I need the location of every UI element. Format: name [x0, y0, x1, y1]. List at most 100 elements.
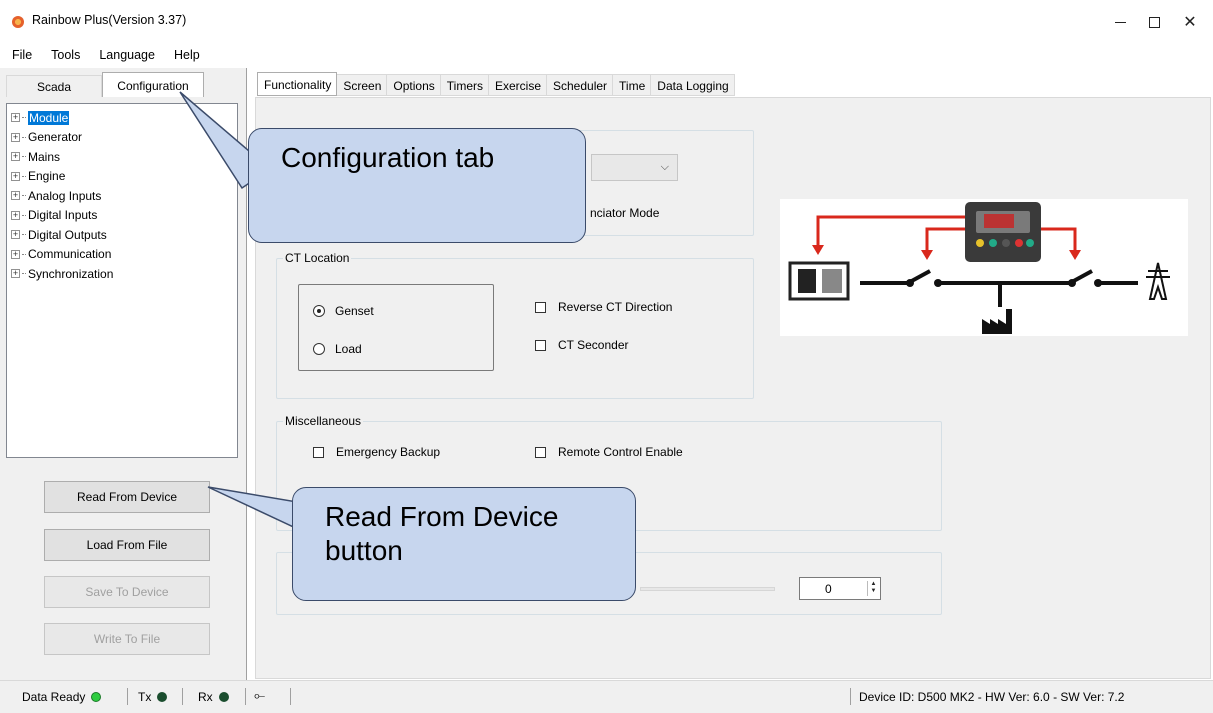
checkbox-label: CT Seconder [558, 338, 629, 352]
menu-language[interactable]: Language [87, 44, 162, 68]
group-title: CT Location [283, 251, 352, 265]
read-from-device-callout: Read From Device button [292, 487, 636, 601]
ats-diagram-svg [788, 202, 1170, 334]
device-info: Device ID: D500 MK2 - HW Ver: 6.0 - SW V… [859, 690, 1125, 704]
tree-label: Digital Outputs [28, 227, 107, 242]
expand-icon[interactable]: + [11, 152, 20, 162]
expand-icon[interactable]: + [11, 191, 20, 201]
menu-help[interactable]: Help [162, 44, 207, 68]
mode-select[interactable]: ⌵ [591, 154, 678, 181]
title-bar: Rainbow Plus(Version 3.37) ✕ [0, 0, 1213, 44]
menu-tools[interactable]: Tools [39, 44, 87, 68]
separator [182, 688, 183, 705]
data-ready-led-icon [91, 692, 102, 702]
separator [290, 688, 291, 705]
tab-timers[interactable]: Timers [440, 74, 489, 96]
radio-icon [313, 343, 325, 355]
rx-indicator: Rx [198, 690, 229, 704]
left-tab-strip: Scada Configuration [6, 72, 204, 97]
data-ready-label: Data Ready [22, 690, 86, 704]
tree-item-synchronization[interactable]: + Synchronization [11, 264, 237, 284]
radio-selected-icon [313, 305, 325, 317]
separator [850, 688, 851, 705]
save-to-device-button[interactable]: Save To Device [44, 576, 210, 608]
spinner-buttons[interactable]: ▲ ▼ [867, 581, 879, 596]
tree-item-module[interactable]: + Module [11, 108, 237, 128]
separator [127, 688, 128, 705]
tree-item-mains[interactable]: + Mains [11, 147, 237, 167]
value-spinner[interactable]: 0 ▲ ▼ [799, 577, 881, 600]
spinner-value: 0 [825, 582, 832, 596]
config-tree: + Module + Generator + Mains + Engine + Analo… [6, 103, 238, 458]
tree-label: Synchronization [28, 266, 114, 281]
tree-label: Analog Inputs [28, 188, 102, 203]
menu-file[interactable]: File [0, 44, 39, 68]
tx-label: Tx [138, 690, 152, 704]
expand-icon[interactable]: + [11, 171, 20, 181]
tree-item-digital-outputs[interactable]: + Digital Outputs [11, 225, 237, 245]
chevron-down-icon: ⌵ [660, 161, 669, 173]
checkbox-icon [535, 339, 546, 351]
tree-label: Generator [28, 130, 83, 145]
tab-scheduler[interactable]: Scheduler [547, 74, 614, 96]
radio-label: Genset [335, 304, 374, 318]
tab-scada[interactable]: Scada [6, 75, 102, 97]
rx-led-icon [218, 692, 229, 702]
tab-screen[interactable]: Screen [337, 74, 388, 96]
tree-item-digital-inputs[interactable]: + Digital Inputs [11, 206, 237, 226]
tree-label: Communication [28, 247, 112, 262]
annunciator-mode-label: nciator Mode [590, 206, 660, 220]
checkbox-icon [535, 301, 546, 313]
checkbox-label: Remote Control Enable [558, 445, 683, 459]
status-bar: Data Ready Tx Rx ⟜ Device ID: D500 MK2 -… [0, 680, 1213, 713]
app-icon [12, 16, 24, 28]
expand-icon[interactable]: + [11, 113, 20, 123]
checkbox-icon [535, 446, 546, 458]
ct-seconder-checkbox[interactable]: CT Seconder [535, 338, 628, 352]
tx-indicator: Tx [138, 690, 168, 704]
tree-label: Engine [28, 169, 66, 184]
remote-control-checkbox[interactable]: Remote Control Enable [535, 445, 683, 459]
radio-label: Load [335, 342, 362, 356]
spin-up-icon[interactable]: ▲ [868, 581, 879, 588]
functionality-tab-strip: Functionality Screen Options Timers Exer… [257, 72, 735, 96]
group-title: Miscellaneous [283, 414, 364, 428]
write-to-file-button[interactable]: Write To File [44, 623, 210, 655]
maximize-icon [1148, 16, 1160, 28]
expand-icon[interactable]: + [11, 210, 20, 220]
tab-time[interactable]: Time [613, 74, 652, 96]
configuration-tab-callout: Configuration tab [248, 128, 586, 243]
menu-bar: File Tools Language Help [0, 44, 1213, 68]
close-button[interactable]: ✕ [1167, 0, 1213, 44]
tree-item-analog-inputs[interactable]: + Analog Inputs [11, 186, 237, 206]
checkbox-icon [313, 446, 324, 458]
tab-configuration[interactable]: Configuration [102, 72, 204, 97]
read-from-device-button[interactable]: Read From Device [44, 481, 210, 513]
expand-icon[interactable]: + [11, 249, 20, 259]
checkbox-label: Emergency Backup [336, 445, 441, 459]
rx-label: Rx [198, 690, 213, 704]
load-radio[interactable]: Load [313, 342, 362, 356]
tree-label: Digital Inputs [28, 208, 98, 223]
separator [245, 688, 246, 705]
window-title: Rainbow Plus(Version 3.37) [32, 13, 187, 27]
tree-item-communication[interactable]: + Communication [11, 245, 237, 265]
load-from-file-button[interactable]: Load From File [44, 529, 210, 561]
slider-track[interactable] [640, 587, 775, 591]
tab-options[interactable]: Options [387, 74, 441, 96]
tab-data-logging[interactable]: Data Logging [651, 74, 735, 96]
emergency-backup-checkbox[interactable]: Emergency Backup [313, 445, 440, 459]
expand-icon[interactable]: + [11, 269, 20, 279]
spin-down-icon[interactable]: ▼ [868, 588, 879, 595]
data-ready-indicator: Data Ready [22, 690, 102, 704]
tree-item-generator[interactable]: + Generator [11, 128, 237, 148]
tab-exercise[interactable]: Exercise [488, 74, 547, 96]
reverse-ct-checkbox[interactable]: Reverse CT Direction [535, 300, 672, 314]
genset-radio[interactable]: Genset [313, 304, 374, 318]
tx-led-icon [157, 692, 168, 702]
tree-item-engine[interactable]: + Engine [11, 167, 237, 187]
expand-icon[interactable]: + [11, 132, 20, 142]
expand-icon[interactable]: + [11, 230, 20, 240]
tab-functionality[interactable]: Functionality [257, 72, 338, 96]
usb-icon: ⟜ [254, 687, 266, 703]
